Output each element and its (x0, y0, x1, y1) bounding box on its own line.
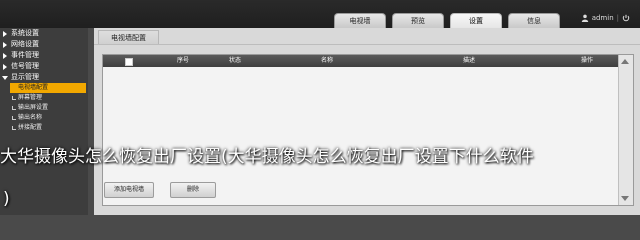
tab-info[interactable]: 信息 (508, 13, 560, 28)
sidebar-subitem-output-name[interactable]: 输出名称 (0, 113, 88, 123)
sidebar-subitem-label: 输出名称 (18, 114, 43, 121)
tree-connector-icon (12, 116, 16, 120)
column-header-status: 状态 (229, 57, 242, 64)
scroll-down-icon[interactable] (621, 196, 629, 201)
scroll-up-icon[interactable] (621, 59, 629, 64)
tab-tv-wall[interactable]: 电视墙 (334, 13, 386, 28)
sidebar-subitem-screen-management[interactable]: 屏幕管理 (0, 93, 88, 103)
user-name[interactable]: admin (592, 14, 614, 22)
sidebar-item-label: 系统设置 (11, 29, 39, 37)
chevron-right-icon (3, 31, 7, 37)
delete-button[interactable]: 删除 (170, 182, 217, 198)
separator: | (616, 14, 619, 22)
user-area: admin | (581, 14, 630, 22)
sidebar-item-label: 信号管理 (11, 62, 39, 70)
add-tv-wall-button[interactable]: 添加电视墙 (104, 182, 155, 198)
top-bar: 电视墙 预览 设置 信息 admin | (0, 0, 640, 28)
main-tabs: 电视墙 预览 设置 信息 (334, 13, 560, 28)
sidebar: 系统设置 网络设置 事件管理 信号管理 显示管理 电视墙配置 屏幕管理 输出屏设… (0, 28, 88, 215)
main-panel: 电视墙配置 序号 状态 名称 描述 操作 添加电视墙 删除 (94, 28, 640, 215)
user-icon (581, 14, 588, 22)
tab-preview[interactable]: 预览 (392, 13, 444, 28)
sidebar-item-events[interactable]: 事件管理 (0, 50, 88, 61)
select-all-checkbox[interactable] (125, 58, 133, 66)
vertical-scrollbar[interactable] (618, 55, 633, 205)
tree-connector-icon (12, 96, 16, 100)
sidebar-subitem-output-screen[interactable]: 输出屏设置 (0, 103, 88, 113)
sidebar-subitem-label: 拼接配置 (18, 124, 43, 131)
chevron-right-icon (3, 64, 7, 70)
sidebar-item-signal[interactable]: 信号管理 (0, 61, 88, 72)
chevron-right-icon (3, 42, 7, 48)
sidebar-subitem-tv-wall-config[interactable]: 电视墙配置 (10, 83, 86, 93)
column-header-index: 序号 (177, 57, 190, 64)
sidebar-item-network[interactable]: 网络设置 (0, 39, 88, 50)
sidebar-subitem-splicing[interactable]: 拼接配置 (0, 123, 88, 133)
divider (94, 44, 640, 45)
sidebar-item-label: 网络设置 (11, 40, 39, 48)
sidebar-subitem-label: 屏幕管理 (18, 94, 43, 101)
sidebar-item-label: 显示管理 (11, 73, 39, 81)
chevron-right-icon (3, 53, 7, 59)
panel-title[interactable]: 电视墙配置 (98, 30, 159, 45)
sidebar-item-label: 事件管理 (11, 51, 39, 59)
table-header: 序号 状态 名称 描述 操作 (103, 55, 618, 67)
power-icon[interactable] (622, 14, 630, 22)
column-header-actions: 操作 (581, 57, 594, 64)
caption-overlay-continued: ) (3, 189, 10, 209)
tab-settings[interactable]: 设置 (450, 13, 502, 28)
caption-overlay: 大华摄像头怎么恢复出厂设置(大华摄像头怎么恢复出厂设置下什么软件 (0, 147, 534, 167)
tree-connector-icon (12, 126, 16, 130)
column-header-description: 描述 (463, 57, 476, 64)
sidebar-item-display[interactable]: 显示管理 (0, 72, 88, 83)
chevron-down-icon (2, 76, 8, 80)
column-header-name: 名称 (321, 57, 334, 64)
sidebar-subitem-label: 输出屏设置 (18, 104, 49, 111)
sidebar-item-system[interactable]: 系统设置 (0, 28, 88, 39)
tree-connector-icon (12, 106, 16, 110)
